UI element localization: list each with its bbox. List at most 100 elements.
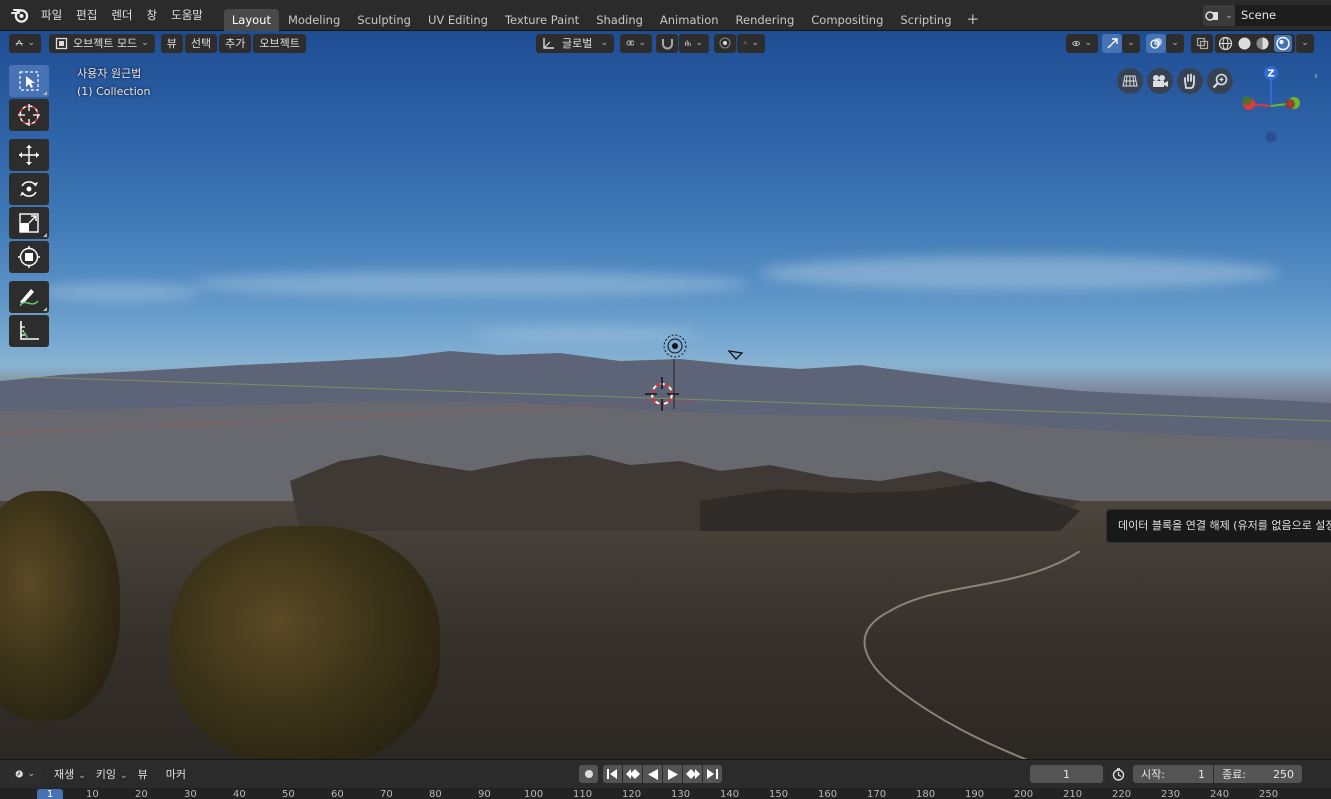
timeline-editor-type-button[interactable]: ⌄	[9, 764, 41, 784]
tab-texture-paint[interactable]: Texture Paint	[497, 9, 587, 31]
chevron-down-icon: ⌄	[78, 771, 86, 781]
measure-tool[interactable]	[9, 315, 49, 347]
light-object-icon[interactable]	[661, 332, 689, 360]
auto-keying-button[interactable]	[579, 765, 598, 783]
keying-menu[interactable]: 키잉 ⌄	[91, 766, 133, 782]
proportional-editing-toggle[interactable]	[714, 33, 736, 53]
neg-y-axis-handle	[1285, 99, 1295, 109]
camera-object-icon[interactable]	[728, 349, 744, 361]
timeline-view-menu[interactable]: 뷰	[133, 766, 153, 782]
ruler-tick: 60	[331, 789, 344, 799]
object-visibility-selector[interactable]: ⌄	[1066, 33, 1098, 53]
gizmo-toggle[interactable]	[1102, 33, 1122, 53]
tab-modeling[interactable]: Modeling	[280, 9, 348, 31]
toggle-ortho-button[interactable]	[1117, 68, 1143, 94]
scale-tool[interactable]	[9, 207, 49, 239]
3d-viewport[interactable]: ⌄ 오브젝트 모드 ⌄ 뷰 선택 추가 오브젝트 글로벌 ⌄ ⌄ ⌄ ⌄ ⌄ ⌄…	[0, 31, 1331, 759]
pivot-icon	[626, 40, 635, 46]
tab-uv-editing[interactable]: UV Editing	[420, 9, 496, 31]
play-reverse-button[interactable]	[643, 765, 662, 783]
use-preview-range-toggle[interactable]	[1109, 765, 1128, 783]
neg-z-axis-handle	[1265, 131, 1277, 143]
move-icon	[19, 145, 39, 165]
orientation-label: 글로벌	[562, 37, 593, 50]
ruler-tick: 220	[1112, 789, 1132, 799]
editor-type-button[interactable]: ⌄	[9, 33, 41, 53]
proportional-falloff-selector[interactable]: ⌄	[737, 33, 765, 53]
chevron-down-icon: ⌄	[1171, 38, 1179, 48]
current-frame-field[interactable]: 1	[1030, 765, 1103, 783]
overlays-toggle[interactable]	[1146, 33, 1166, 53]
select-box-tool[interactable]	[9, 65, 49, 97]
grid-icon	[1122, 75, 1138, 87]
menu-window[interactable]: 창	[140, 4, 165, 26]
navigation-gizmo[interactable]: Z	[1232, 65, 1308, 145]
view-menu[interactable]: 뷰	[160, 33, 183, 53]
playhead-frame-indicator[interactable]: 1	[37, 789, 63, 799]
shading-options[interactable]: ⌄	[1296, 33, 1314, 53]
transform-orientation-selector[interactable]: 글로벌 ⌄	[536, 33, 614, 53]
xray-toggle[interactable]	[1191, 33, 1213, 53]
start-frame-field[interactable]: 시작: 1	[1133, 765, 1213, 783]
snap-target-selector[interactable]: ⌄	[679, 33, 709, 53]
menu-render[interactable]: 렌더	[104, 4, 139, 26]
jump-to-next-keyframe-button[interactable]	[683, 765, 702, 783]
annotate-tool[interactable]	[9, 281, 49, 313]
cursor-tool[interactable]	[9, 99, 49, 131]
tab-rendering[interactable]: Rendering	[728, 9, 803, 31]
mode-selector[interactable]: 오브젝트 모드 ⌄	[49, 33, 155, 53]
ruler-tick: 110	[573, 789, 593, 799]
wireframe-shading-icon[interactable]	[1218, 36, 1233, 51]
end-frame-field[interactable]: 종료: 250	[1214, 765, 1302, 783]
tooltip: 데이터 블록을 연결 해제 (유저를 없음으로 설정)	[1106, 509, 1331, 543]
gizmo-options[interactable]: ⌄	[1122, 33, 1140, 53]
scene-name-field[interactable]: Scene	[1235, 5, 1331, 26]
add-workspace-button[interactable]: +	[961, 9, 986, 31]
rendered-shading-icon[interactable]	[1273, 34, 1292, 52]
tab-scripting[interactable]: Scripting	[892, 9, 959, 31]
camera-view-button[interactable]	[1147, 68, 1173, 94]
pan-view-button[interactable]	[1177, 68, 1203, 94]
tab-animation[interactable]: Animation	[652, 9, 727, 31]
next-keyframe-icon	[685, 769, 700, 779]
tool-options-corner	[43, 307, 47, 311]
scene-browse-button[interactable]: ⌄	[1203, 5, 1235, 26]
snap-toggle[interactable]	[656, 33, 678, 53]
tab-shading[interactable]: Shading	[588, 9, 651, 31]
playback-menu[interactable]: 재생 ⌄	[49, 766, 91, 782]
add-menu[interactable]: 추가	[219, 33, 252, 53]
frame-ruler[interactable]: 1 10 20 30 40 50 60 70 80 90 100 110 120…	[0, 788, 1331, 799]
select-box-icon	[19, 71, 39, 91]
ruler-tick: 50	[282, 789, 295, 799]
rotate-tool[interactable]	[9, 173, 49, 205]
blender-logo-icon[interactable]	[8, 3, 32, 27]
play-button[interactable]	[663, 765, 682, 783]
menu-help[interactable]: 도움말	[164, 4, 210, 26]
neg-x-axis-handle	[1242, 96, 1252, 106]
pivot-point-selector[interactable]: ⌄	[620, 33, 652, 53]
select-menu[interactable]: 선택	[184, 33, 218, 53]
tab-compositing[interactable]: Compositing	[803, 9, 891, 31]
ruler-tick: 90	[478, 789, 491, 799]
tab-layout[interactable]: Layout	[223, 8, 279, 31]
material-preview-shading-icon[interactable]	[1255, 36, 1270, 51]
sidebar-toggle-icon[interactable]: ‹	[1314, 71, 1331, 85]
menu-edit[interactable]: 편집	[69, 4, 104, 26]
menu-file[interactable]: 파일	[34, 4, 69, 26]
zoom-view-button[interactable]	[1207, 68, 1233, 94]
overlays-options[interactable]: ⌄	[1166, 33, 1184, 53]
tab-sculpting[interactable]: Sculpting	[349, 9, 419, 31]
jump-to-start-button[interactable]	[603, 765, 622, 783]
transform-tool[interactable]	[9, 241, 49, 273]
tool-shelf	[9, 65, 50, 349]
jump-to-prev-keyframe-button[interactable]	[623, 765, 642, 783]
clock-icon	[15, 770, 23, 778]
jump-start-icon	[607, 769, 617, 779]
jump-to-end-button[interactable]	[703, 765, 722, 783]
active-collection-label: (1) Collection	[77, 85, 151, 98]
ruler-tick: 80	[429, 789, 442, 799]
solid-shading-icon[interactable]	[1237, 36, 1252, 51]
move-tool[interactable]	[9, 139, 49, 171]
object-menu[interactable]: 오브젝트	[253, 33, 306, 53]
marker-menu[interactable]: 마커	[161, 766, 191, 782]
